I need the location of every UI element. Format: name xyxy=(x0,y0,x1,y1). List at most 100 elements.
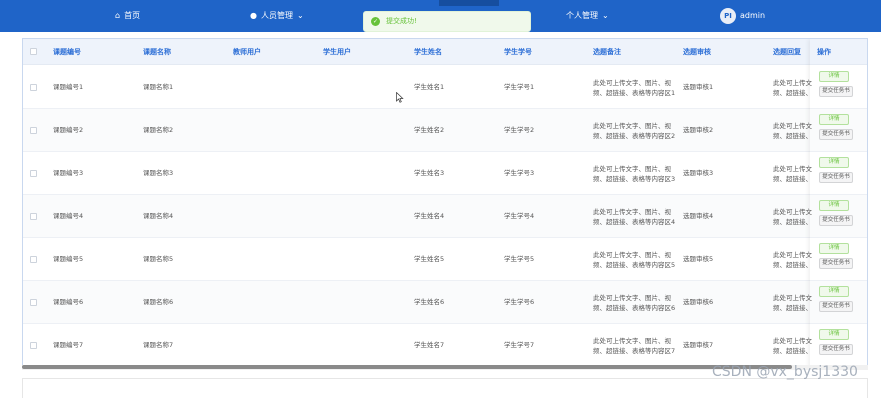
cell-student-name: 学生姓名3 xyxy=(414,169,445,177)
cell-student-id: 学生学号6 xyxy=(504,298,535,306)
cell-reply-line: 频、超链接、 xyxy=(773,304,812,312)
cell-reply-line: 此处可上传文 xyxy=(773,337,812,345)
row-checkbox[interactable] xyxy=(30,299,37,306)
col-student-name[interactable]: 学生姓名 xyxy=(414,39,442,65)
check-circle-icon: ✓ xyxy=(371,17,380,26)
detail-button[interactable]: 详情 xyxy=(819,71,849,82)
detail-button[interactable]: 详情 xyxy=(819,329,849,340)
cell-student-name: 学生姓名6 xyxy=(414,298,445,306)
cell-student-name: 学生姓名2 xyxy=(414,126,445,134)
success-toast: ✓ 提交成功! xyxy=(363,11,531,32)
cell-topic-code: 课题编号5 xyxy=(53,255,84,263)
cell-topic-code: 课题编号4 xyxy=(53,212,84,220)
cell-topic-name: 课题名称6 xyxy=(143,298,174,306)
nav-home-label: 首页 xyxy=(124,11,141,20)
detail-button[interactable]: 详情 xyxy=(819,243,849,254)
scrollbar-thumb[interactable] xyxy=(22,365,792,369)
nav-people-management[interactable]: ● 人员管理 ⌄ xyxy=(250,0,308,32)
cell-remark-line: 频、超链接、表格等内容区4 xyxy=(593,218,676,226)
table-row[interactable]: 课题编号7 课题名称7 学生姓名7 学生学号7 此处可上传文字、图片、视 频、超链接、表格… xyxy=(23,324,867,367)
cell-student-name: 学生姓名5 xyxy=(414,255,445,263)
table-row[interactable]: 课题编号1 课题名称1 学生姓名1 学生学号1 此处可上传文字、图片、视 频、超链接、表格… xyxy=(23,66,867,109)
cell-topic-name: 课题名称7 xyxy=(143,341,174,349)
cell-review: 选题审核3 xyxy=(683,169,714,177)
topic-table: 课题编号 课题名称 教师用户 学生用户 学生姓名 学生学号 选题备注 选题审核 … xyxy=(22,38,868,368)
cell-student-name: 学生姓名1 xyxy=(414,83,445,91)
cell-topic-code: 课题编号3 xyxy=(53,169,84,177)
col-review[interactable]: 选题审核 xyxy=(683,39,711,65)
toast-message: 提交成功! xyxy=(386,17,417,25)
user-icon: ● xyxy=(250,11,257,20)
col-topic-name[interactable]: 课题名称 xyxy=(143,39,171,65)
select-all-checkbox[interactable] xyxy=(30,48,37,55)
cell-topic-code: 课题编号1 xyxy=(53,83,84,91)
cell-remark: 此处可上传文字、图片、视 频、超链接、表格等内容区4 xyxy=(593,207,679,227)
chevron-down-icon: ⌄ xyxy=(602,11,609,20)
submit-task-button[interactable]: 提交任务书 xyxy=(819,344,853,355)
mouse-pointer-icon xyxy=(396,92,404,103)
cell-topic-code: 课题编号2 xyxy=(53,126,84,134)
home-icon: ⌂ xyxy=(115,11,121,20)
col-teacher-user[interactable]: 教师用户 xyxy=(233,39,261,65)
row-checkbox[interactable] xyxy=(30,342,37,349)
cell-reply: 此处可上传文 频、超链接、 xyxy=(773,293,813,313)
cell-remark-line: 此处可上传文字、图片、视 xyxy=(593,251,671,259)
cell-reply-line: 频、超链接、 xyxy=(773,218,812,226)
cell-reply-line: 频、超链接、 xyxy=(773,175,812,183)
cell-remark-line: 此处可上传文字、图片、视 xyxy=(593,122,671,130)
cell-reply: 此处可上传文 频、超链接、 xyxy=(773,121,813,141)
row-checkbox[interactable] xyxy=(30,256,37,263)
username[interactable]: admin xyxy=(740,0,765,32)
cell-topic-name: 课题名称2 xyxy=(143,126,174,134)
submit-task-button[interactable]: 提交任务书 xyxy=(819,215,853,226)
detail-button[interactable]: 详情 xyxy=(819,114,849,125)
cell-student-name: 学生姓名4 xyxy=(414,212,445,220)
table-row[interactable]: 课题编号6 课题名称6 学生姓名6 学生学号6 此处可上传文字、图片、视 频、超链接、表格… xyxy=(23,281,867,324)
cell-reply-line: 频、超链接、 xyxy=(773,347,812,355)
cell-student-id: 学生学号2 xyxy=(504,126,535,134)
row-checkbox[interactable] xyxy=(30,213,37,220)
cell-student-id: 学生学号4 xyxy=(504,212,535,220)
submit-task-button[interactable]: 提交任务书 xyxy=(819,258,853,269)
cell-student-id: 学生学号3 xyxy=(504,169,535,177)
cell-remark-line: 此处可上传文字、图片、视 xyxy=(593,165,671,173)
cell-remark-line: 此处可上传文字、图片、视 xyxy=(593,79,671,87)
table-header: 课题编号 课题名称 教师用户 学生用户 学生姓名 学生学号 选题备注 选题审核 … xyxy=(23,39,867,65)
detail-button[interactable]: 详情 xyxy=(819,286,849,297)
nav-personal-label: 个人管理 xyxy=(566,11,598,20)
cell-topic-name: 课题名称5 xyxy=(143,255,174,263)
cell-topic-name: 课题名称3 xyxy=(143,169,174,177)
row-checkbox[interactable] xyxy=(30,170,37,177)
cell-remark-line: 此处可上传文字、图片、视 xyxy=(593,208,671,216)
nav-people-label: 人员管理 xyxy=(260,11,293,20)
watermark: CSDN @vx_bysj1330 xyxy=(712,364,858,380)
col-reply[interactable]: 选题回复 xyxy=(773,39,801,65)
col-remark[interactable]: 选题备注 xyxy=(593,39,621,65)
cell-reply-line: 此处可上传文 xyxy=(773,208,812,216)
col-student-user[interactable]: 学生用户 xyxy=(323,39,351,65)
detail-button[interactable]: 详情 xyxy=(819,157,849,168)
table-row[interactable]: 课题编号5 课题名称5 学生姓名5 学生学号5 此处可上传文字、图片、视 频、超链接、表格… xyxy=(23,238,867,281)
table-row[interactable]: 课题编号4 课题名称4 学生姓名4 学生学号4 此处可上传文字、图片、视 频、超链接、表格… xyxy=(23,195,867,238)
submit-task-button[interactable]: 提交任务书 xyxy=(819,86,853,97)
nav-personal-management[interactable]: 个人管理 ⌄ xyxy=(566,0,613,32)
row-checkbox[interactable] xyxy=(30,84,37,91)
table-row[interactable]: 课题编号2 课题名称2 学生姓名2 学生学号2 此处可上传文字、图片、视 频、超链接、表格… xyxy=(23,109,867,152)
table-row[interactable]: 课题编号3 课题名称3 学生姓名3 学生学号3 此处可上传文字、图片、视 频、超链接、表格… xyxy=(23,152,867,195)
cell-review: 选题审核6 xyxy=(683,298,714,306)
cell-reply-line: 频、超链接、 xyxy=(773,261,812,269)
col-student-id[interactable]: 学生学号 xyxy=(504,39,532,65)
cell-reply: 此处可上传文 频、超链接、 xyxy=(773,78,813,98)
cell-student-id: 学生学号7 xyxy=(504,341,535,349)
submit-task-button[interactable]: 提交任务书 xyxy=(819,172,853,183)
row-checkbox[interactable] xyxy=(30,127,37,134)
col-topic-code[interactable]: 课题编号 xyxy=(53,39,81,65)
cell-remark-line: 频、超链接、表格等内容区6 xyxy=(593,304,676,312)
nav-home[interactable]: ⌂ 首页 xyxy=(115,0,140,32)
submit-task-button[interactable]: 提交任务书 xyxy=(819,129,853,140)
detail-button[interactable]: 详情 xyxy=(819,200,849,211)
avatar[interactable]: PI xyxy=(720,8,736,24)
submit-task-button[interactable]: 提交任务书 xyxy=(819,301,853,312)
cell-review: 选题审核7 xyxy=(683,341,714,349)
cell-reply-line: 频、超链接、 xyxy=(773,89,812,97)
